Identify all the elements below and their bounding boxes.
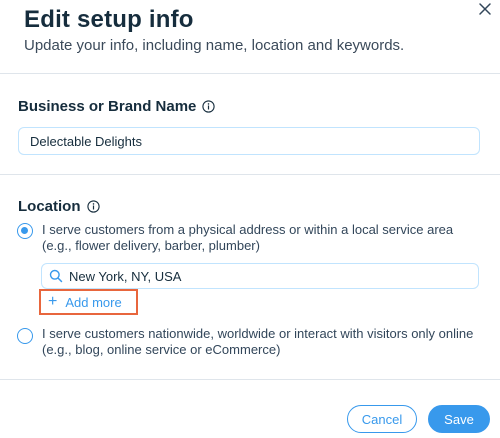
search-icon — [49, 269, 63, 283]
radio-local-service[interactable] — [17, 223, 33, 239]
dialog-title: Edit setup info — [24, 6, 194, 33]
radio-online-service[interactable] — [17, 328, 33, 344]
location-label-row: Location — [18, 198, 100, 215]
dialog-subtitle: Update your info, including name, locati… — [24, 37, 405, 54]
cancel-button[interactable]: Cancel — [347, 405, 417, 433]
dialog-footer: Cancel Save — [0, 381, 500, 438]
plus-icon: + — [48, 293, 58, 310]
address-input[interactable] — [69, 268, 449, 284]
address-search-field[interactable] — [41, 263, 479, 289]
save-button[interactable]: Save — [428, 405, 490, 433]
close-button[interactable] — [476, 0, 494, 18]
add-more-label: Add more — [65, 294, 122, 310]
business-name-label: Business or Brand Name — [18, 98, 197, 115]
dialog-header: Edit setup info Update your info, includ… — [0, 0, 500, 74]
business-name-section: Business or Brand Name — [0, 75, 500, 175]
option-local-service-text: I serve customers from a physical addres… — [42, 222, 454, 253]
option-online-service-text: I serve customers nationwide, worldwide … — [42, 326, 474, 357]
business-name-input[interactable] — [18, 127, 480, 155]
close-icon — [479, 3, 491, 15]
add-more-button[interactable]: + Add more — [39, 289, 138, 315]
info-icon[interactable] — [202, 100, 216, 113]
info-icon[interactable] — [86, 200, 100, 213]
business-name-label-row: Business or Brand Name — [18, 98, 216, 115]
location-label: Location — [18, 198, 81, 215]
location-section: Location I serve customers from a physic… — [0, 176, 500, 380]
